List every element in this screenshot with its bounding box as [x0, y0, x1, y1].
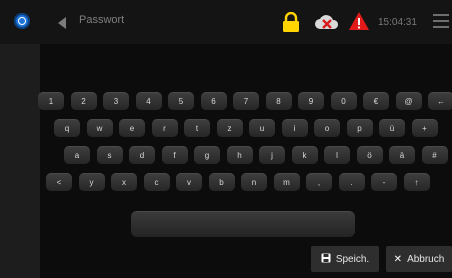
app-logo-icon[interactable] [14, 13, 30, 29]
key-r1-9[interactable]: 9 [298, 92, 324, 110]
key-r2-7[interactable]: u [249, 119, 275, 137]
cancel-button-label: Abbruch [407, 253, 445, 265]
cloud-error-icon[interactable] [314, 14, 340, 32]
key-r4-2[interactable]: y [78, 173, 105, 191]
key-r1-10[interactable]: 0 [330, 92, 357, 110]
key-r3-1[interactable]: a [64, 146, 90, 164]
key-r1-4[interactable]: 4 [135, 92, 162, 110]
key-r2-11[interactable]: ü [379, 119, 405, 137]
key-r1-13[interactable]: ← [428, 92, 452, 110]
key-r4-3[interactable]: x [111, 173, 137, 191]
key-r3-8[interactable]: k [291, 146, 318, 164]
space-key[interactable] [131, 211, 355, 237]
key-r4-10[interactable]: . [338, 173, 365, 191]
key-r1-1[interactable]: 1 [38, 92, 64, 110]
left-sidebar [0, 44, 40, 278]
key-r4-9[interactable]: , [306, 173, 332, 191]
key-r2-2[interactable]: w [86, 119, 113, 137]
key-r1-6[interactable]: 6 [200, 92, 227, 110]
key-r3-10[interactable]: ö [356, 146, 383, 164]
key-r2-5[interactable]: t [184, 119, 210, 137]
close-icon: ✕ [393, 253, 403, 265]
key-r3-7[interactable]: j [259, 146, 285, 164]
key-r4-1[interactable]: < [46, 173, 72, 191]
key-r3-3[interactable]: d [129, 146, 155, 164]
key-r1-3[interactable]: 3 [103, 92, 129, 110]
save-icon [321, 253, 331, 266]
key-r2-10[interactable]: p [346, 119, 373, 137]
key-r3-11[interactable]: ä [389, 146, 415, 164]
key-r1-11[interactable]: € [363, 92, 389, 110]
top-bar: Passwort 15:04:31 [0, 0, 452, 44]
key-r2-6[interactable]: z [216, 119, 243, 137]
save-button[interactable]: Speich. [311, 246, 379, 272]
key-r3-2[interactable]: s [96, 146, 123, 164]
key-r3-12[interactable]: # [421, 146, 448, 164]
key-r1-2[interactable]: 2 [70, 92, 97, 110]
key-r2-12[interactable]: + [411, 119, 438, 137]
back-arrow-icon[interactable] [58, 17, 66, 29]
key-r2-3[interactable]: e [119, 119, 145, 137]
key-r4-12[interactable]: ↑ [403, 173, 430, 191]
warning-icon[interactable] [348, 11, 370, 31]
key-r4-6[interactable]: b [208, 173, 235, 191]
key-r3-9[interactable]: l [324, 146, 350, 164]
hamburger-menu-icon[interactable] [433, 14, 449, 28]
clock-time: 15:04:31 [378, 17, 417, 28]
lock-icon[interactable] [282, 12, 300, 32]
key-r2-1[interactable]: q [54, 119, 80, 137]
key-r4-8[interactable]: m [273, 173, 300, 191]
page-title: Passwort [79, 14, 125, 26]
key-r2-8[interactable]: i [281, 119, 308, 137]
key-r2-4[interactable]: r [151, 119, 178, 137]
key-r4-5[interactable]: v [176, 173, 202, 191]
key-r1-5[interactable]: 5 [168, 92, 194, 110]
key-r2-9[interactable]: o [314, 119, 340, 137]
key-r3-6[interactable]: h [226, 146, 253, 164]
key-r1-8[interactable]: 8 [265, 92, 292, 110]
key-r3-5[interactable]: g [194, 146, 220, 164]
save-button-label: Speich. [335, 253, 370, 265]
key-r1-7[interactable]: 7 [233, 92, 259, 110]
cancel-button[interactable]: ✕ Abbruch [386, 246, 452, 272]
key-r4-4[interactable]: c [143, 173, 170, 191]
key-r4-7[interactable]: n [241, 173, 267, 191]
key-r4-11[interactable]: - [371, 173, 397, 191]
key-r1-12[interactable]: @ [395, 92, 422, 110]
key-r3-4[interactable]: f [161, 146, 188, 164]
